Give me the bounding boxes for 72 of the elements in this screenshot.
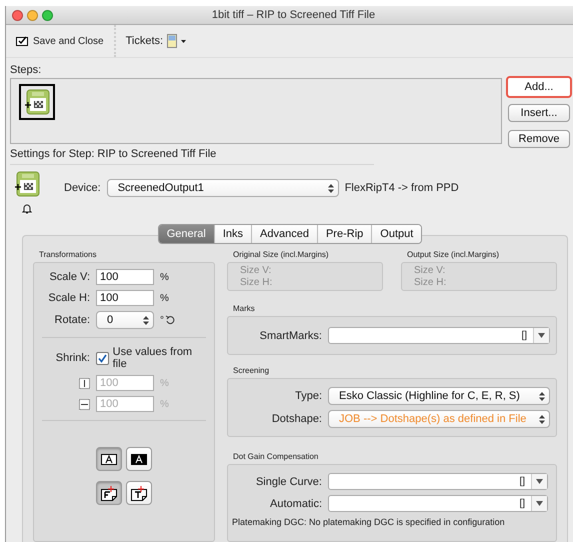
- toggle-button[interactable]: [96, 447, 122, 471]
- window-title: 1bit tiff – RIP to Screened Tiff File: [210, 9, 376, 21]
- field-label: Shrink:: [54, 352, 90, 364]
- field-label: Automatic:: [269, 498, 322, 510]
- tab[interactable]: General: [158, 225, 215, 243]
- tab[interactable]: Advanced: [252, 225, 318, 243]
- toggle-button[interactable]: [126, 447, 152, 471]
- file-step-icon: [24, 89, 50, 115]
- zoom-button[interactable]: [42, 10, 53, 20]
- field-label: Scale H:: [47, 292, 90, 304]
- file-step-icon: [14, 171, 40, 197]
- settings-title: Settings for Step: RIP to Screened Tiff File: [9, 148, 218, 160]
- horizontal-size-icon: [79, 398, 90, 410]
- tab[interactable]: Pre-Rip: [318, 225, 372, 243]
- section-title: Transformations: [38, 250, 98, 259]
- field-label: SmartMarks:: [258, 330, 322, 342]
- stepper-icon: [328, 184, 334, 192]
- section-title: Dot Gain Compensation: [232, 452, 320, 461]
- ticket-icon: [167, 34, 178, 48]
- unit-label: %: [160, 378, 169, 388]
- section-title: Original Size (incl.Margins): [232, 250, 330, 259]
- size-label: Size H:: [239, 277, 274, 288]
- field-label: Single Curve:: [254, 476, 322, 488]
- step-button[interactable]: Remove: [508, 130, 570, 148]
- size-label: Size V:: [413, 265, 446, 276]
- step-button[interactable]: Add...: [506, 76, 572, 98]
- field-label: Type:: [294, 390, 322, 402]
- unit-label: °: [160, 314, 164, 326]
- size-label: Size H:: [413, 277, 448, 288]
- checkmark-icon: [98, 354, 107, 362]
- size-label: Size V:: [239, 265, 272, 276]
- rotate-dropdown[interactable]: 0: [96, 311, 154, 329]
- stepper-icon: [143, 316, 149, 324]
- screening-dropdown[interactable]: Esko Classic (Highline for C, E, R, S): [328, 387, 550, 405]
- letter-a-outline-icon: [101, 454, 117, 464]
- save-and-close-button[interactable]: Save and Close: [6, 25, 116, 57]
- toggle-button[interactable]: [126, 481, 152, 505]
- section-title: Output Size (incl.Margins): [406, 250, 500, 259]
- field-label: Scale V:: [48, 271, 90, 283]
- tickets-button[interactable]: Tickets:: [116, 34, 196, 48]
- scale-field[interactable]: 100: [96, 269, 154, 285]
- curve-combo[interactable]: []: [328, 473, 548, 490]
- step-button[interactable]: Insert...: [508, 104, 570, 122]
- platemaking-note: Platemaking DGC: No platemaking DGC is specified in configuration: [232, 517, 506, 527]
- letter-a-inverted-icon: [131, 454, 147, 464]
- close-button[interactable]: [12, 10, 23, 20]
- scale-field[interactable]: 100: [96, 290, 154, 306]
- vertical-size-icon: [79, 378, 90, 388]
- rotate-icon: [165, 315, 175, 325]
- toggle-button[interactable]: [96, 481, 122, 505]
- stepper-icon: [539, 392, 545, 400]
- device-label: Device:: [64, 182, 101, 194]
- tab[interactable]: Output: [372, 225, 422, 243]
- section-title: Screening: [232, 366, 270, 375]
- unit-label: %: [160, 272, 169, 282]
- device-note: FlexRipT4 -> from PPD: [344, 182, 459, 194]
- field-label: Dotshape:: [270, 413, 322, 425]
- section-title: Marks: [232, 304, 256, 313]
- unit-label: %: [160, 292, 169, 304]
- step-item[interactable]: [19, 84, 55, 120]
- steps-label: Steps:: [9, 63, 42, 78]
- unit-label: %: [160, 398, 169, 410]
- tab[interactable]: Inks: [214, 225, 252, 243]
- device-dropdown[interactable]: ScreenedOutput1: [106, 179, 339, 197]
- checkbox-tick-icon: [16, 36, 28, 46]
- smartmarks-combo[interactable]: []: [328, 327, 550, 344]
- curve-combo[interactable]: []: [328, 495, 548, 512]
- field-label: Rotate:: [54, 314, 90, 326]
- use-values-checkbox[interactable]: Use values from file: [96, 346, 206, 370]
- caret-icon: [181, 40, 186, 42]
- stepper-icon: [539, 414, 545, 424]
- bell-icon: [22, 203, 32, 214]
